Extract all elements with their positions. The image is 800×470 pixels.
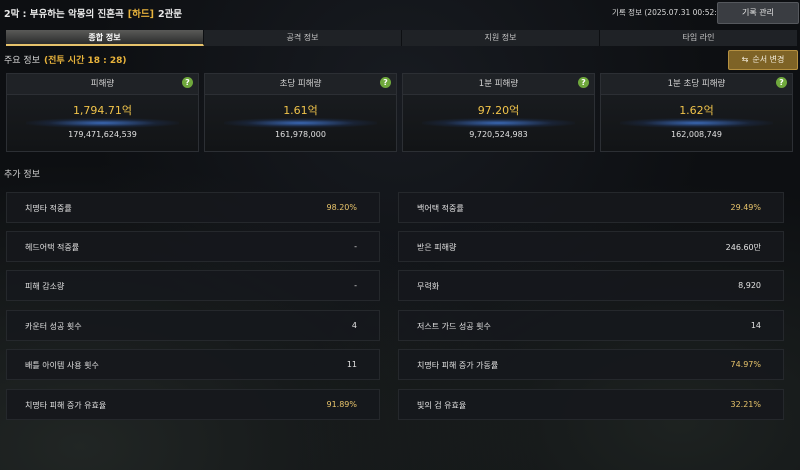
record-manage-button[interactable]: 기록 관리 xyxy=(717,2,799,24)
stat-row: 치명타 적중률 98.20% xyxy=(6,192,380,223)
difficulty-badge: [하드] xyxy=(127,9,154,20)
question-icon[interactable]: ? xyxy=(182,77,193,88)
stat-label: 카운터 성공 횟수 xyxy=(25,322,82,331)
stat-row: 카운터 성공 횟수 4 xyxy=(6,310,380,341)
tab-attack[interactable]: 공격 정보 xyxy=(204,30,402,46)
tab-timeline[interactable]: 타임 라인 xyxy=(600,30,798,46)
stat-row: 치명타 피해 증가 유효율 91.89% xyxy=(6,389,380,420)
card-damage: 피해량 ? 1,794.71억 179,471,624,539 xyxy=(6,73,199,152)
raid-title: 2막 : 부유하는 악몽의 진혼곡 [하드] 2관문 xyxy=(4,6,182,20)
tab-support[interactable]: 지원 정보 xyxy=(402,30,600,46)
summary-cards: 피해량 ? 1,794.71억 179,471,624,539 초당 피해량 ?… xyxy=(6,73,798,152)
card-raw-value: 9,720,524,983 xyxy=(469,130,528,139)
stat-value: 11 xyxy=(346,360,357,369)
value-glow xyxy=(422,118,575,128)
card-title: 초당 피해량 xyxy=(205,74,396,95)
card-value: 1.62억 xyxy=(679,104,714,117)
stat-value: 246.60만 xyxy=(725,243,761,252)
stat-value: 98.20% xyxy=(326,203,357,212)
card-1min-dps: 1분 초당 피해량 ? 1.62억 162,008,749 xyxy=(600,73,793,152)
stat-label: 빛의 검 유효율 xyxy=(417,401,467,410)
stat-value: 14 xyxy=(750,321,761,330)
tab-bar: 종합 정보 공격 정보 지원 정보 타임 라인 xyxy=(6,30,800,46)
main-info-label: 주요 정보 xyxy=(4,56,40,66)
card-title: 피해량 xyxy=(7,74,198,95)
record-timestamp: 기록 정보 (2025.07.31 00:52:50) xyxy=(612,8,730,17)
stat-label: 백어택 적중률 xyxy=(417,204,464,213)
card-raw-value: 179,471,624,539 xyxy=(68,130,137,139)
card-raw-value: 161,978,000 xyxy=(275,130,326,139)
stat-label: 배틀 아이템 사용 횟수 xyxy=(25,361,99,370)
stat-row: 저스트 가드 성공 횟수 14 xyxy=(398,310,784,341)
swap-arrows-icon: ⇆ xyxy=(741,55,749,64)
order-change-button[interactable]: ⇆ 순서 변경 xyxy=(728,50,798,70)
question-icon[interactable]: ? xyxy=(776,77,787,88)
stat-row: 배틀 아이템 사용 횟수 11 xyxy=(6,349,380,380)
stat-row: 치명타 피해 증가 가동률 74.97% xyxy=(398,349,784,380)
stat-value: 91.89% xyxy=(326,400,357,409)
stat-row: 받은 피해량 246.60만 xyxy=(398,231,784,262)
stat-row: 백어택 적중률 29.49% xyxy=(398,192,784,223)
order-change-label: 순서 변경 xyxy=(752,55,785,64)
card-raw-value: 162,008,749 xyxy=(671,130,722,139)
card-dps: 초당 피해량 ? 1.61억 161,978,000 xyxy=(204,73,397,152)
card-title: 1분 피해량 xyxy=(403,74,594,95)
value-glow xyxy=(620,118,773,128)
stat-label: 치명타 피해 증가 가동률 xyxy=(417,361,499,370)
stat-value: 4 xyxy=(351,321,357,330)
stat-label: 피해 감소량 xyxy=(25,282,65,291)
card-value: 97.20억 xyxy=(477,104,520,117)
gate-label: 2관문 xyxy=(157,9,183,20)
card-value: 1,794.71억 xyxy=(72,104,133,117)
stat-value: 8,920 xyxy=(738,281,761,290)
raid-name: 2막 : 부유하는 악몽의 진혼곡 xyxy=(4,9,124,20)
tab-summary[interactable]: 종합 정보 xyxy=(6,30,204,46)
card-1min-damage: 1분 피해량 ? 97.20억 9,720,524,983 xyxy=(402,73,595,152)
question-icon[interactable]: ? xyxy=(380,77,391,88)
stat-value: - xyxy=(354,242,357,251)
stat-label: 헤드어택 적중률 xyxy=(25,243,80,252)
stat-row: 헤드어택 적중률 - xyxy=(6,231,380,262)
top-bar: 2막 : 부유하는 악몽의 진혼곡 [하드] 2관문 기록 정보 (2025.07.… xyxy=(0,0,800,26)
stat-row: 빛의 검 유효율 32.21% xyxy=(398,389,784,420)
stat-value: - xyxy=(354,281,357,290)
stat-value: 29.49% xyxy=(730,203,761,212)
battle-time: (전투 시간 18 : 28) xyxy=(43,56,127,66)
main-info-heading: 주요 정보 (전투 시간 18 : 28) xyxy=(4,53,127,66)
stat-label: 받은 피해량 xyxy=(417,243,457,252)
stat-label: 무력화 xyxy=(417,282,440,291)
stat-label: 저스트 가드 성공 횟수 xyxy=(417,322,491,331)
extra-info-heading: 추가 정보 xyxy=(4,170,40,180)
card-value: 1.61억 xyxy=(283,104,318,117)
value-glow xyxy=(224,118,377,128)
stat-row: 피해 감소량 - xyxy=(6,270,380,301)
card-title: 1분 초당 피해량 xyxy=(601,74,792,95)
stat-row: 무력화 8,920 xyxy=(398,270,784,301)
question-icon[interactable]: ? xyxy=(578,77,589,88)
value-glow xyxy=(26,118,179,128)
stat-value: 74.97% xyxy=(730,360,761,369)
stat-label: 치명타 피해 증가 유효율 xyxy=(25,401,107,410)
stat-label: 치명타 적중률 xyxy=(25,204,72,213)
stat-value: 32.21% xyxy=(730,400,761,409)
